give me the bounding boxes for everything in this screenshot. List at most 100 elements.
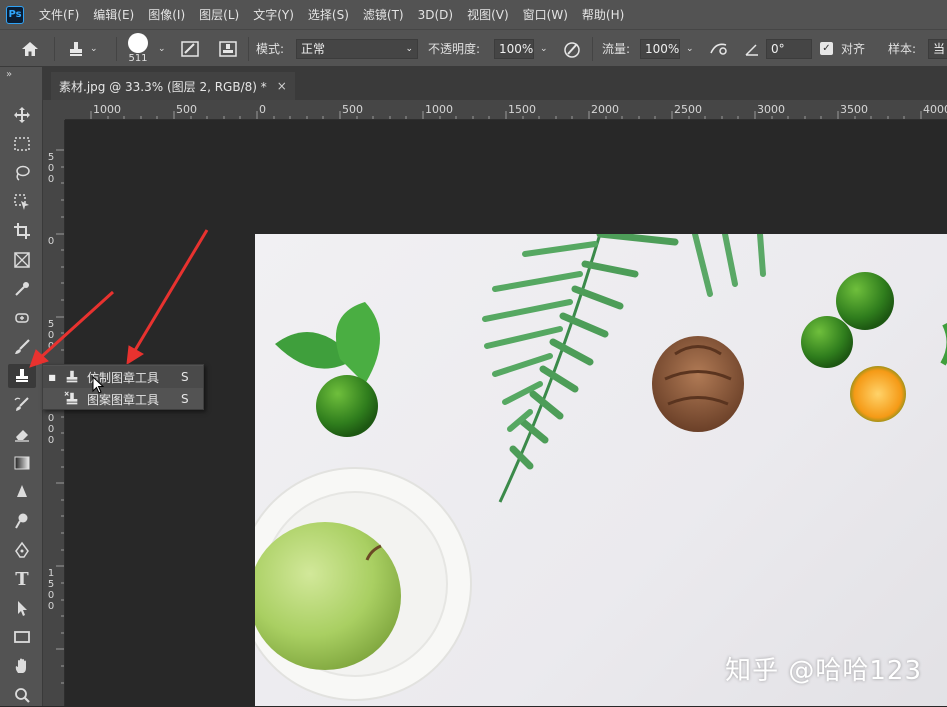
ruler-v-digit: 0 bbox=[47, 413, 55, 424]
hand-tool-icon[interactable] bbox=[8, 654, 36, 678]
blur-tool-icon[interactable] bbox=[8, 480, 36, 504]
move-tool-icon[interactable] bbox=[8, 103, 36, 127]
menu-image[interactable]: 图像(I) bbox=[148, 6, 185, 23]
ruler-v-digit: 5 bbox=[47, 152, 55, 163]
zoom-tool-icon[interactable] bbox=[8, 683, 36, 707]
airbrush-icon[interactable] bbox=[708, 30, 730, 67]
menu-window[interactable]: 窗口(W) bbox=[523, 6, 568, 23]
ruler-v-digit: 5 bbox=[47, 319, 55, 330]
lasso-tool-icon[interactable] bbox=[8, 161, 36, 185]
ruler-h-label: 3500 bbox=[840, 103, 868, 116]
watermark-text: 知乎 @哈哈123 bbox=[725, 656, 922, 686]
photo-image[interactable] bbox=[255, 234, 947, 706]
ruler-h-label: 1000 bbox=[425, 103, 453, 116]
ruler-v-digit: 0 bbox=[47, 341, 55, 352]
eyedropper-tool-icon[interactable] bbox=[8, 277, 36, 301]
brush-size-label: 511 bbox=[128, 53, 148, 64]
menu-filter[interactable]: 滤镜(T) bbox=[363, 6, 404, 23]
horizontal-ruler[interactable]: 1000 500 0 500 1000 1500 2000 2500 3000 … bbox=[65, 100, 947, 120]
pen-tool-icon[interactable] bbox=[8, 538, 36, 562]
ruler-v-digit: 0 bbox=[47, 330, 55, 341]
shortcut-key: S bbox=[181, 370, 189, 384]
menu-edit[interactable]: 编辑(E) bbox=[93, 6, 134, 23]
pattern-stamp-icon bbox=[61, 390, 83, 408]
green-apple bbox=[255, 522, 401, 670]
ruler-v-digit: 0 bbox=[47, 424, 55, 435]
ruler-h-label: 0 bbox=[259, 103, 266, 116]
rectangle-tool-icon[interactable] bbox=[8, 625, 36, 649]
flow-input[interactable]: 100% bbox=[640, 38, 680, 59]
flow-label: 流量: bbox=[602, 42, 631, 56]
collapse-panel-icon[interactable]: » bbox=[6, 69, 12, 80]
lime-small bbox=[316, 375, 378, 437]
menu-bar: Ps 文件(F) 编辑(E) 图像(I) 图层(L) 文字(Y) 选择(S) 滤… bbox=[0, 0, 947, 29]
menu-view[interactable]: 视图(V) bbox=[467, 6, 509, 23]
brush-tool-icon[interactable] bbox=[8, 335, 36, 359]
mode-label: 模式: bbox=[256, 42, 285, 56]
marquee-tool-icon[interactable] bbox=[8, 132, 36, 156]
clone-source-panel-icon[interactable] bbox=[218, 30, 238, 67]
mode-select[interactable]: 正常 ⌄ bbox=[296, 38, 418, 59]
ruler-v-digit: 5 bbox=[47, 579, 55, 590]
vertical-ruler[interactable]: 5 0 0 0 5 0 0 1 0 0 0 1 5 0 0 bbox=[43, 120, 65, 706]
lime-middle bbox=[801, 316, 853, 368]
selected-mark-icon: ■ bbox=[48, 372, 56, 382]
healing-brush-tool-icon[interactable] bbox=[8, 306, 36, 330]
photoshop-logo-icon[interactable]: Ps bbox=[6, 5, 24, 24]
clone-stamp-tool-icon[interactable] bbox=[8, 364, 36, 388]
chevron-down-icon[interactable]: ⌄ bbox=[540, 44, 548, 54]
kumquat-half bbox=[850, 366, 906, 422]
align-checkbox[interactable]: ✓ bbox=[820, 42, 833, 55]
opacity-label: 不透明度: bbox=[428, 42, 481, 56]
sample-select[interactable]: 当 bbox=[928, 38, 947, 59]
ruler-h-label: 4000 bbox=[923, 103, 947, 116]
ruler-h-label: 500 bbox=[176, 103, 197, 116]
ruler-v-digit: 0 bbox=[47, 590, 55, 601]
options-bar: ⌄ 511 ⌄ 模式: 正常 ⌄ 不透明度: 100% ⌄ 流量: 100% ⌄… bbox=[0, 29, 947, 67]
ruler-v-digit: 0 bbox=[47, 163, 55, 174]
eraser-tool-icon[interactable] bbox=[8, 422, 36, 446]
ruler-h-label: 1500 bbox=[508, 103, 536, 116]
lime-top bbox=[836, 272, 894, 330]
menu-3d[interactable]: 3D(D) bbox=[418, 8, 453, 22]
chevron-down-icon: ⌄ bbox=[405, 43, 413, 54]
menu-type[interactable]: 文字(Y) bbox=[253, 6, 294, 23]
clone-stamp-preset-icon[interactable]: ⌄ bbox=[66, 30, 98, 67]
menu-layer[interactable]: 图层(L) bbox=[199, 6, 239, 23]
pressure-opacity-icon[interactable] bbox=[562, 30, 582, 67]
toggle-brush-panel-icon[interactable] bbox=[180, 30, 200, 67]
mint-leaves bbox=[275, 302, 380, 384]
align-label: 对齐 bbox=[841, 42, 866, 56]
gradient-tool-icon[interactable] bbox=[8, 451, 36, 475]
angle-input[interactable]: 0° bbox=[766, 38, 812, 59]
frame-tool-icon[interactable] bbox=[8, 248, 36, 272]
document-canvas[interactable] bbox=[65, 120, 947, 706]
ruler-v-digit: 0 bbox=[47, 236, 55, 247]
document-tab[interactable]: 素材.jpg @ 33.3% (图层 2, RGB/8) * × bbox=[51, 72, 295, 100]
chevron-down-icon[interactable]: ⌄ bbox=[158, 30, 166, 67]
shortcut-key: S bbox=[181, 392, 189, 406]
dodge-tool-icon[interactable] bbox=[8, 509, 36, 533]
type-tool-icon[interactable]: T bbox=[8, 567, 36, 591]
history-brush-tool-icon[interactable] bbox=[8, 393, 36, 417]
ruler-v-digit: 1 bbox=[47, 568, 55, 579]
stamp-tool-flyout: ■ 仿制图章工具 S 图案图章工具 S bbox=[42, 364, 204, 410]
ruler-h-label: 500 bbox=[342, 103, 363, 116]
menu-select[interactable]: 选择(S) bbox=[308, 6, 349, 23]
opacity-input[interactable]: 100% bbox=[494, 38, 534, 59]
flyout-item-pattern-stamp[interactable]: 图案图章工具 S bbox=[43, 388, 203, 410]
menu-file[interactable]: 文件(F) bbox=[39, 6, 79, 23]
chevron-down-icon[interactable]: ⌄ bbox=[90, 44, 98, 54]
chevron-down-icon[interactable]: ⌄ bbox=[686, 44, 694, 54]
crop-tool-icon[interactable] bbox=[8, 219, 36, 243]
ruler-corner bbox=[43, 100, 65, 120]
close-tab-icon[interactable]: × bbox=[277, 79, 287, 93]
flyout-item-clone-stamp[interactable]: ■ 仿制图章工具 S bbox=[43, 366, 203, 388]
menu-help[interactable]: 帮助(H) bbox=[582, 6, 624, 23]
brush-picker[interactable]: 511 bbox=[128, 30, 148, 67]
home-icon[interactable] bbox=[20, 30, 40, 67]
path-selection-tool-icon[interactable] bbox=[8, 596, 36, 620]
sample-label: 样本: bbox=[888, 42, 917, 56]
ruler-v-digit: 0 bbox=[47, 435, 55, 446]
object-selection-tool-icon[interactable] bbox=[8, 190, 36, 214]
